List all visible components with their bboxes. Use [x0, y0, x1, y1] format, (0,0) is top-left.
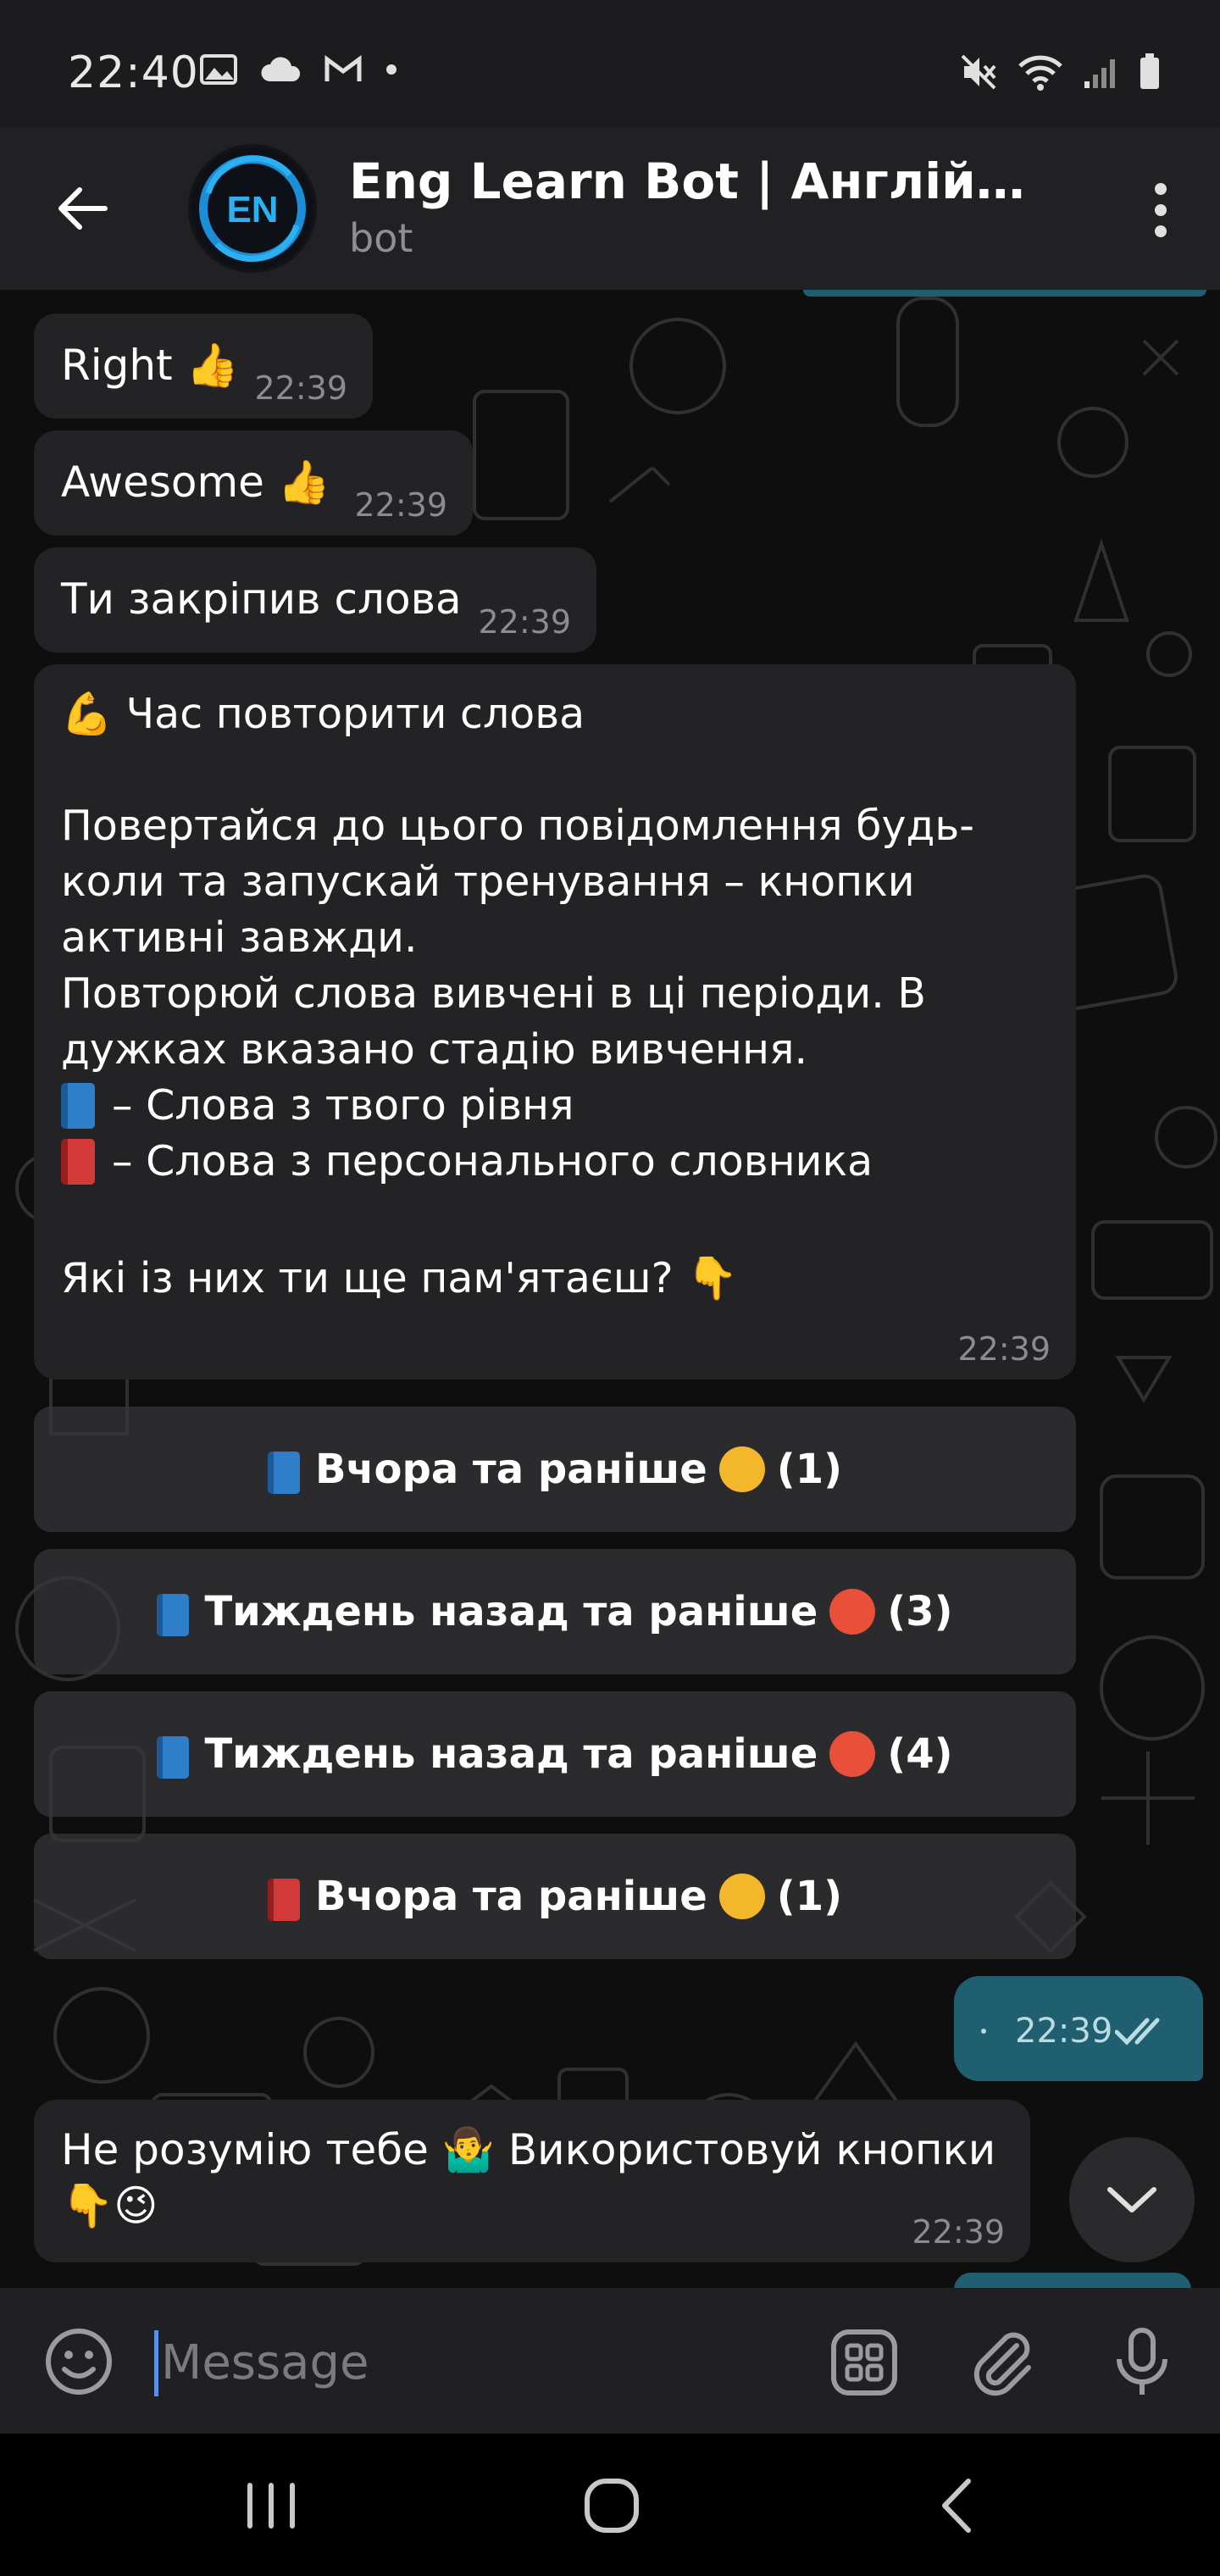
keyboard-button-week-level[interactable]: Тиждень назад та раніше (3) [34, 1549, 1076, 1674]
microphone-icon [1117, 2328, 1167, 2395]
chat-area[interactable]: Right 👍 22:39 Awesome 👍 22:39 Ти закріпи… [0, 290, 1220, 2288]
keyboard-button-label: Тиждень назад та раніше [204, 1730, 818, 1778]
cloud-icon [261, 57, 301, 81]
red-book-icon [267, 1879, 300, 1921]
double-check-icon [1115, 2018, 1160, 2046]
message-time: 22:39 [354, 486, 447, 524]
scroll-to-bottom-button[interactable] [1069, 2137, 1195, 2262]
keyboard-button-count: (1) [776, 1873, 843, 1920]
message-paragraph: Повертайся до цього повідомлення будь-ко… [61, 802, 974, 962]
system-nav-bar [0, 2434, 1220, 2576]
avatar-text: EN [226, 189, 278, 230]
blue-book-icon [267, 1452, 300, 1494]
arrow-left-icon [58, 187, 108, 230]
back-button[interactable] [51, 178, 112, 239]
chevron-left-icon [942, 2479, 971, 2533]
blue-book-icon [157, 1594, 190, 1636]
logo-icon: EN [191, 147, 313, 269]
attach-button[interactable] [966, 2325, 1040, 2400]
incoming-message[interactable]: Awesome 👍 22:39 [34, 430, 473, 536]
chat-title[interactable]: Eng Learn Bot | Англійська… [349, 153, 1052, 210]
wifi-icon [1018, 55, 1062, 91]
message-time: 22:39 [254, 369, 347, 407]
incoming-message[interactable]: 💪 Час повторити слова Повертайся до цьог… [34, 664, 1076, 1380]
status-icons-right [959, 53, 1161, 92]
legend-red: – Слова з персонального словника [61, 1134, 873, 1190]
mute-icon [961, 54, 996, 90]
recent-apps-icon [247, 2483, 295, 2529]
message-text: Не розумію тебе 🤷‍♂️ Використовуй кнопки… [61, 2125, 1010, 2230]
message-paragraph: Повторюй слова вивчені в ці періоди. В д… [61, 969, 940, 1074]
chevron-down-icon [1107, 2187, 1156, 2212]
message-time: 22:39 [1015, 2012, 1113, 2051]
keyboard-button-count: (1) [776, 1446, 843, 1493]
message-time: 22:39 [957, 1330, 1051, 1368]
status-time: 22:40 [68, 47, 199, 98]
keyboard-button-yesterday-personal[interactable]: Вчора та раніше (1) [34, 1834, 1076, 1959]
home-button[interactable] [569, 2468, 654, 2544]
text-caret [154, 2330, 158, 2396]
blue-book-icon [61, 1083, 95, 1129]
status-icons-left [200, 53, 398, 86]
emoji-icon[interactable] [44, 2327, 114, 2396]
bot-keyboard-button[interactable] [827, 2325, 901, 2400]
chat-subtitle: bot [349, 215, 413, 261]
message-heading: 💪 Час повторити слова [61, 690, 585, 738]
keyboard-button-label: Тиждень назад та раніше [204, 1588, 818, 1635]
outgoing-message[interactable]: 22:39 [954, 1976, 1203, 2081]
keyboard-button-yesterday-level[interactable]: Вчора та раніше (1) [34, 1407, 1076, 1532]
message-question: Які із них ти ще пам'ятаєш? 👇 [61, 1254, 739, 1302]
message-input-bar [0, 2288, 1220, 2434]
next-message-edge [954, 2273, 1191, 2288]
keyboard-button-count: (3) [887, 1588, 953, 1635]
message-content-dot [981, 2029, 986, 2034]
hot-face-icon [829, 1731, 876, 1777]
recent-apps-button[interactable] [229, 2468, 313, 2544]
keyboard-grid-icon [831, 2329, 897, 2396]
hot-face-icon [829, 1589, 876, 1635]
dot-icon [1155, 225, 1167, 237]
bot-avatar[interactable]: EN [188, 144, 317, 273]
dot-icon [386, 64, 396, 75]
dot-icon [1155, 204, 1167, 216]
incoming-message[interactable]: Right 👍 22:39 [34, 314, 373, 419]
paperclip-icon [973, 2332, 1031, 2396]
dot-icon [1155, 183, 1167, 195]
keyboard-button-label: Вчора та раніше [314, 1446, 707, 1493]
message-time: 22:39 [478, 603, 571, 641]
chat-header: EN Eng Learn Bot | Англійська… bot [0, 127, 1220, 290]
home-icon [585, 2479, 639, 2533]
status-bar: 22:40 [0, 0, 1220, 127]
keyboard-button-count: (4) [887, 1730, 953, 1778]
legend-blue: – Слова з твого рівня [61, 1078, 574, 1134]
incoming-message[interactable]: Ти закріпив слова 22:39 [34, 547, 596, 652]
message-text: Right 👍 [61, 341, 239, 390]
incoming-message[interactable]: Не розумію тебе 🤷‍♂️ Використовуй кнопки… [34, 2100, 1030, 2262]
message-text: Ти закріпив слова [61, 575, 462, 624]
image-icon [200, 54, 237, 85]
signal-icon [1084, 59, 1115, 88]
blue-book-icon [157, 1736, 190, 1779]
upside-down-face-icon [718, 1446, 765, 1492]
upside-down-face-icon [718, 1874, 765, 1919]
battery-icon [1140, 53, 1159, 89]
previous-message-edge [803, 290, 1206, 297]
legend-text: – Слова з твого рівня [112, 1081, 574, 1130]
back-nav-button[interactable] [913, 2468, 998, 2544]
voice-button[interactable] [1105, 2325, 1179, 2400]
message-text: Awesome 👍 [61, 458, 331, 507]
legend-text: – Слова з персонального словника [112, 1137, 873, 1185]
keyboard-button-label: Вчора та раніше [314, 1873, 707, 1920]
gmail-icon [324, 55, 362, 81]
red-book-icon [61, 1139, 95, 1185]
more-options-button[interactable] [1135, 175, 1186, 246]
keyboard-button-week-level-2[interactable]: Тиждень назад та раніше (4) [34, 1691, 1076, 1817]
message-time: 22:39 [912, 2213, 1005, 2251]
message-input[interactable] [161, 2322, 805, 2403]
